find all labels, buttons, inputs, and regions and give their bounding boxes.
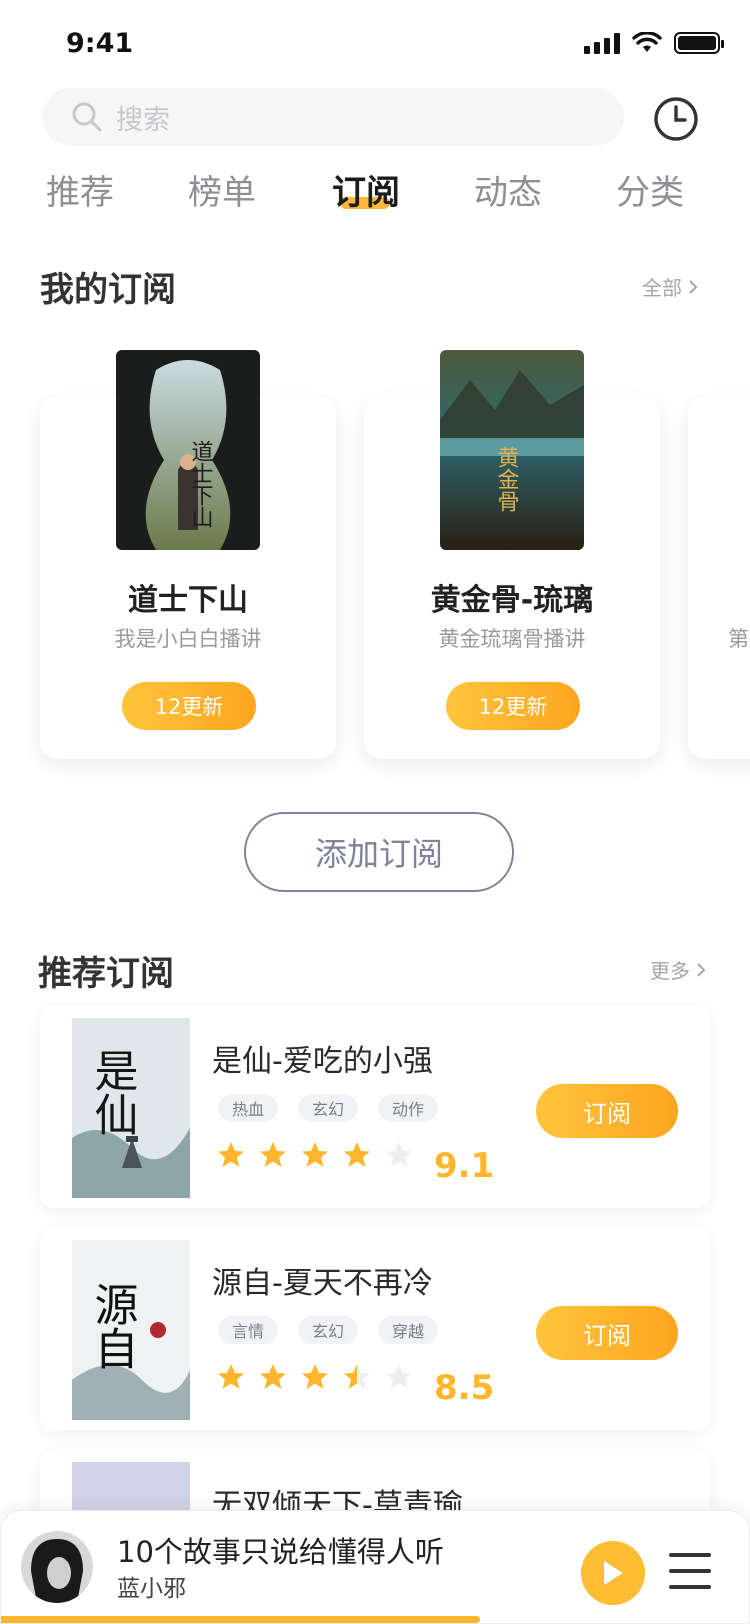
view-all-link[interactable]: 全部: [642, 272, 698, 301]
star-half-icon: [344, 1364, 370, 1389]
genre-tag: 玄幻: [298, 1094, 359, 1122]
genre-tag: 热血: [218, 1094, 279, 1122]
my-subscriptions-title: 我的订阅: [40, 270, 176, 310]
genre-tag: 穿越: [378, 1316, 439, 1344]
book-title: 源自-夏天不再冷: [212, 1266, 433, 1301]
rating-score: 9.1: [434, 1146, 495, 1186]
more-link[interactable]: 更多: [650, 955, 706, 984]
cover-title: 黄金骨: [494, 446, 520, 512]
book-cover: 黄金骨: [440, 350, 584, 550]
genre-tag: 动作: [378, 1094, 439, 1122]
book-cover: 是仙: [72, 1018, 190, 1198]
battery-icon: [674, 32, 724, 54]
subscription-narrator: 黄金琉璃骨播讲: [438, 627, 586, 651]
mini-player[interactable]: 10个故事只说给懂得人听 蓝小邪: [0, 1510, 750, 1624]
tab-categories[interactable]: 分类: [616, 165, 684, 214]
history-clock-icon[interactable]: [652, 95, 700, 143]
tab-recommend[interactable]: 推荐: [46, 165, 114, 214]
star-filled-icon: [260, 1142, 286, 1167]
star-rating: [216, 1362, 414, 1392]
chevron-right-icon: [689, 279, 698, 294]
book-cover: 道士下山: [116, 350, 260, 550]
update-count-button[interactable]: 12更新: [122, 682, 256, 730]
subscribe-button[interactable]: 订阅: [536, 1306, 678, 1360]
genre-tag: 玄幻: [298, 1316, 359, 1344]
play-icon: [604, 1561, 623, 1585]
now-playing-artist: 蓝小邪: [117, 1576, 186, 1602]
category-tabs: 推荐 榜单 订阅 动态 分类: [0, 165, 750, 225]
star-filled-icon: [302, 1364, 328, 1389]
search-icon: [72, 102, 102, 132]
subscription-narrator: 我是小白白播讲: [114, 627, 262, 651]
view-all-label: 全部: [642, 276, 682, 300]
recommended-book-card[interactable]: 是仙 是仙-爱吃的小强 热血 玄幻 动作 9.1 订阅: [40, 1006, 710, 1208]
search-placeholder: 搜索: [116, 104, 170, 136]
tab-subscriptions[interactable]: 订阅: [332, 165, 400, 214]
star-filled-icon: [260, 1364, 286, 1389]
wifi-icon: [632, 32, 662, 52]
play-button[interactable]: [581, 1541, 645, 1605]
recommended-subscriptions-title: 推荐订阅: [38, 954, 174, 994]
tag-list: 言情 玄幻 穿越: [218, 1316, 439, 1344]
cover-title: 是仙: [87, 1048, 138, 1136]
cellular-signal-icon: [584, 32, 620, 54]
more-label: 更多: [650, 959, 690, 983]
cover-title: 源自: [87, 1282, 138, 1370]
star-rating: [216, 1140, 414, 1170]
playback-progress-bar: [1, 1616, 480, 1623]
tag-list: 热血 玄幻 动作: [218, 1094, 439, 1122]
tab-rankings[interactable]: 榜单: [188, 165, 256, 214]
playlist-menu-icon[interactable]: [669, 1553, 711, 1593]
rating-score: 8.5: [434, 1368, 495, 1408]
star-filled-icon: [344, 1142, 370, 1167]
tab-activity[interactable]: 动态: [474, 165, 542, 214]
update-count-button[interactable]: 12更新: [446, 682, 580, 730]
now-playing-title: 10个故事只说给懂得人听: [117, 1535, 444, 1569]
artist-avatar: [21, 1531, 93, 1603]
chevron-right-icon: [697, 962, 706, 977]
star-filled-icon: [302, 1142, 328, 1167]
status-icons: [584, 32, 724, 54]
subscription-name: 道士下山: [128, 583, 248, 618]
app-screen: 9:41 搜索 推荐 榜单 订阅 动态 分类 我的订阅 全部 道士下山 道士下山…: [0, 0, 750, 1624]
book-cover: 源自: [72, 1240, 190, 1420]
subscription-name: 黄金骨-琉璃: [430, 583, 594, 618]
star-filled-icon: [218, 1364, 244, 1389]
star-empty-icon: [386, 1364, 412, 1389]
star-filled-icon: [218, 1142, 244, 1167]
cover-title: 道士下山: [188, 440, 214, 528]
search-bar[interactable]: 搜索: [42, 88, 624, 146]
recommended-book-card[interactable]: 源自 源自-夏天不再冷 言情 玄幻 穿越 8.5 订阅: [40, 1228, 710, 1430]
subscription-narrator: 第: [728, 627, 749, 651]
star-empty-icon: [386, 1142, 412, 1167]
status-time: 9:41: [66, 28, 134, 59]
subscribe-button[interactable]: 订阅: [536, 1084, 678, 1138]
add-subscription-button[interactable]: 添加订阅: [244, 812, 514, 892]
subscription-card[interactable]: [688, 397, 750, 759]
book-title: 是仙-爱吃的小强: [212, 1044, 433, 1079]
genre-tag: 言情: [218, 1316, 279, 1344]
